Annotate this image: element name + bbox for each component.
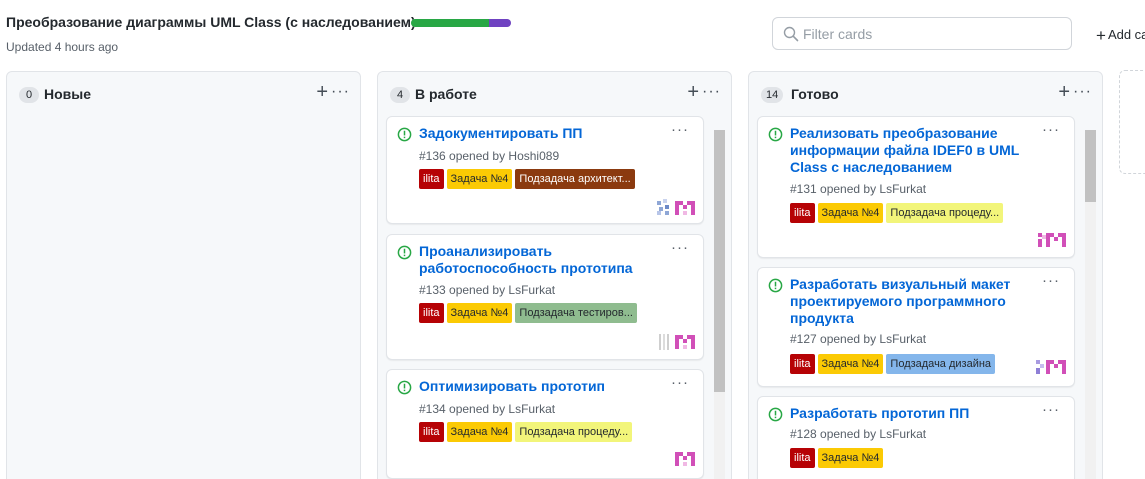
column-header: 14 Готово + ···	[749, 72, 1102, 114]
issue-meta: #128 opened by LsFurkat	[790, 427, 927, 441]
issue-meta: #134 opened by LsFurkat	[419, 402, 556, 416]
column-new: 0 Новые + ···	[6, 71, 361, 479]
issue-opened-icon	[768, 407, 783, 422]
assignee-avatar[interactable]	[1038, 231, 1066, 249]
label-task[interactable]: Задача №4	[817, 203, 884, 223]
label-list: ilita Задача №4	[790, 448, 1026, 468]
column-menu-button[interactable]: ···	[702, 81, 721, 103]
label-list: ilita Задача №4 Подзадача архитект...	[419, 169, 655, 189]
scrollbar-thumb[interactable]	[714, 130, 725, 392]
card-menu-button[interactable]: ···	[1042, 272, 1060, 289]
column-header: 0 Новые + ···	[7, 72, 360, 114]
column-add-card-button[interactable]: +	[316, 81, 328, 103]
issue-meta: #133 opened by LsFurkat	[419, 283, 556, 297]
label-ilita[interactable]: ilita	[790, 448, 815, 468]
progress-in-progress-segment	[489, 19, 511, 27]
issue-title-link[interactable]: Реализовать преобразование информации фа…	[790, 125, 1030, 176]
progress-done-segment	[411, 19, 489, 27]
column-add-card-button[interactable]: +	[1058, 81, 1070, 103]
assignee-avatars[interactable]	[657, 199, 695, 217]
issue-opened-icon	[397, 245, 412, 260]
add-column-button[interactable]: + Add ca	[1096, 26, 1145, 46]
label-ilita[interactable]: ilita	[419, 422, 444, 442]
card-menu-button[interactable]: ···	[671, 121, 689, 138]
issue-card[interactable]: Разработать прототип ПП ··· #128 opened …	[757, 396, 1075, 479]
column-add-card-button[interactable]: +	[687, 81, 699, 103]
add-column-label: Add ca	[1107, 27, 1145, 42]
column-name: Готово	[791, 86, 839, 102]
issue-card[interactable]: Проанализировать работоспособность прото…	[386, 234, 704, 360]
label-task[interactable]: Задача №4	[446, 422, 513, 442]
scrollbar-thumb[interactable]	[1085, 130, 1096, 202]
column-done: 14 Готово + ··· Реализовать преобразован…	[748, 71, 1103, 479]
column-card-count: 0	[19, 87, 39, 103]
issue-opened-icon	[397, 127, 412, 142]
assignee-avatar[interactable]	[1036, 358, 1066, 376]
issue-title-link[interactable]: Оптимизировать прототип	[419, 378, 659, 395]
label-ilita[interactable]: ilita	[419, 169, 444, 189]
updated-timestamp: Updated 4 hours ago	[6, 40, 119, 54]
label-ilita[interactable]: ilita	[790, 354, 815, 374]
card-menu-button[interactable]: ···	[671, 374, 689, 391]
label-ilita[interactable]: ilita	[790, 203, 815, 223]
label-subtask-design[interactable]: Подзадача дизайна	[886, 354, 996, 374]
assignee-avatar[interactable]	[675, 450, 695, 468]
label-subtask-procedure[interactable]: Подзадача процеду...	[886, 203, 1004, 223]
issue-meta: #127 opened by LsFurkat	[790, 332, 927, 346]
label-list: ilita Задача №4 Подзадача тестиров...	[419, 303, 655, 323]
project-title: Преобразование диаграммы UML Class (с на…	[6, 14, 416, 30]
label-task[interactable]: Задача №4	[817, 354, 884, 374]
label-list: ilita Задача №4 Подзадача процеду...	[790, 203, 1026, 223]
issue-title-link[interactable]: Проанализировать работоспособность прото…	[419, 243, 659, 277]
card-menu-button[interactable]: ···	[1042, 121, 1060, 138]
issue-opened-icon	[768, 278, 783, 293]
search-icon	[783, 26, 799, 42]
column-card-count: 4	[390, 87, 410, 103]
label-task[interactable]: Задача №4	[817, 448, 884, 468]
label-subtask-procedure[interactable]: Подзадача процеду...	[515, 422, 633, 442]
label-subtask-testing[interactable]: Подзадача тестиров...	[515, 303, 637, 323]
issue-card[interactable]: Реализовать преобразование информации фа…	[757, 116, 1075, 258]
column-scrollbar[interactable]	[1085, 130, 1096, 479]
issue-title-link[interactable]: Разработать визуальный макет проектируем…	[790, 276, 1030, 327]
issue-meta: #131 opened by LsFurkat	[790, 182, 927, 196]
column-header: 4 В работе + ···	[378, 72, 731, 114]
project-progress-bar	[411, 19, 511, 27]
column-name: В работе	[415, 86, 477, 102]
column-card-count: 14	[761, 87, 784, 103]
label-list: ilita Задача №4 Подзадача дизайна	[790, 354, 1026, 374]
issue-opened-icon	[397, 380, 412, 395]
issue-card[interactable]: Оптимизировать прототип ··· #134 opened …	[386, 369, 704, 479]
project-header: Преобразование диаграммы UML Class (с на…	[0, 0, 1145, 62]
issue-title-link[interactable]: Задокументировать ПП	[419, 125, 659, 142]
issue-card[interactable]: Разработать визуальный макет проектируем…	[757, 267, 1075, 387]
issue-meta: #136 opened by Hoshi089	[419, 149, 560, 163]
plus-icon: +	[1096, 26, 1106, 45]
issue-card[interactable]: Задокументировать ПП ··· #136 opened by …	[386, 116, 704, 224]
label-subtask-architecture[interactable]: Подзадача архитект...	[515, 169, 635, 189]
column-menu-button[interactable]: ···	[1073, 81, 1092, 103]
card-menu-button[interactable]: ···	[1042, 401, 1060, 418]
card-menu-button[interactable]: ···	[671, 239, 689, 256]
filter-cards-box[interactable]	[772, 17, 1072, 50]
label-task[interactable]: Задача №4	[446, 303, 513, 323]
column-menu-button[interactable]: ···	[331, 81, 350, 103]
label-task[interactable]: Задача №4	[446, 169, 513, 189]
assignee-avatars[interactable]	[657, 333, 695, 351]
column-scrollbar[interactable]	[714, 130, 725, 479]
add-column-placeholder[interactable]	[1119, 70, 1145, 174]
column-in-progress: 4 В работе + ··· Задокументировать ПП ··…	[377, 71, 732, 479]
column-name: Новые	[44, 86, 92, 102]
filter-cards-input[interactable]	[803, 24, 1063, 44]
issue-opened-icon	[768, 127, 783, 142]
label-list: ilita Задача №4 Подзадача процеду...	[419, 422, 655, 442]
label-ilita[interactable]: ilita	[419, 303, 444, 323]
issue-title-link[interactable]: Разработать прототип ПП	[790, 405, 1030, 422]
